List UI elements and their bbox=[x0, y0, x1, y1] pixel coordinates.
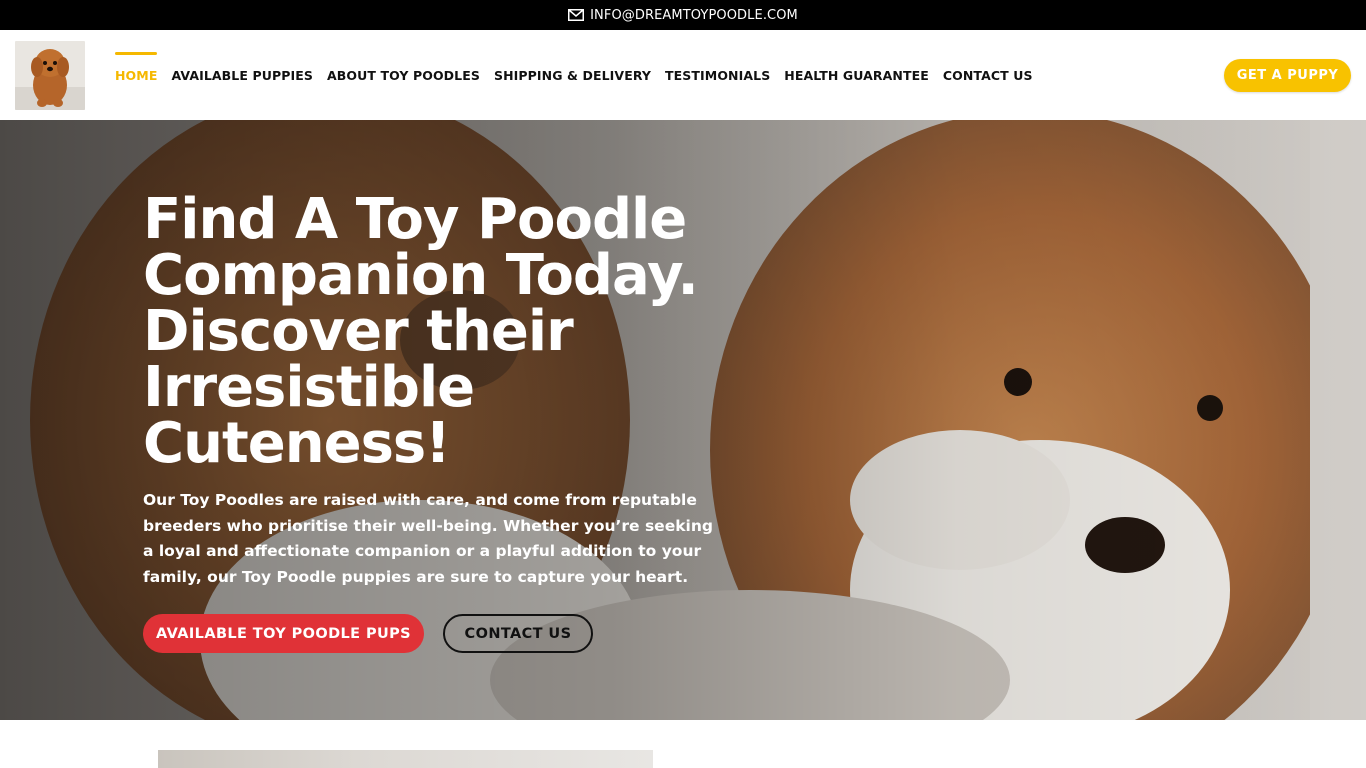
mail-icon bbox=[568, 9, 585, 21]
hero-heading: Find A Toy Poodle Companion Today. Disco… bbox=[143, 187, 699, 476]
contact-us-button[interactable]: CONTACT US bbox=[443, 614, 593, 653]
nav-home[interactable]: HOME bbox=[115, 51, 158, 89]
nav-available-puppies[interactable]: AVAILABLE PUPPIES bbox=[171, 62, 313, 89]
nav-shipping-delivery[interactable]: SHIPPING & DELIVERY bbox=[494, 62, 651, 89]
nav-health-guarantee[interactable]: HEALTH GUARANTEE bbox=[784, 62, 929, 89]
section-image bbox=[158, 750, 653, 768]
hero-description: Our Toy Poodles are raised with care, an… bbox=[143, 491, 713, 587]
top-contact-bar: INFO@DREAMTOYPOODLE.COM bbox=[0, 0, 1366, 30]
nav-contact-us[interactable]: CONTACT US bbox=[943, 62, 1033, 89]
nav-testimonials[interactable]: TESTIMONIALS bbox=[665, 62, 770, 89]
poodle-logo-icon bbox=[15, 41, 85, 110]
main-navigation: HOME AVAILABLE PUPPIES ABOUT TOY POODLES… bbox=[115, 30, 1033, 120]
site-header: HOME AVAILABLE PUPPIES ABOUT TOY POODLES… bbox=[0, 30, 1366, 120]
content-section bbox=[0, 720, 1366, 768]
contact-email-link[interactable]: INFO@DREAMTOYPOODLE.COM bbox=[590, 8, 798, 23]
available-toy-poodle-pups-button[interactable]: AVAILABLE TOY POODLE PUPS bbox=[143, 614, 424, 653]
get-a-puppy-button[interactable]: GET A PUPPY bbox=[1224, 59, 1351, 92]
site-logo[interactable] bbox=[15, 41, 85, 110]
nav-about-toy-poodles[interactable]: ABOUT TOY POODLES bbox=[327, 62, 480, 89]
hero-section: Find A Toy Poodle Companion Today. Disco… bbox=[0, 120, 1366, 720]
